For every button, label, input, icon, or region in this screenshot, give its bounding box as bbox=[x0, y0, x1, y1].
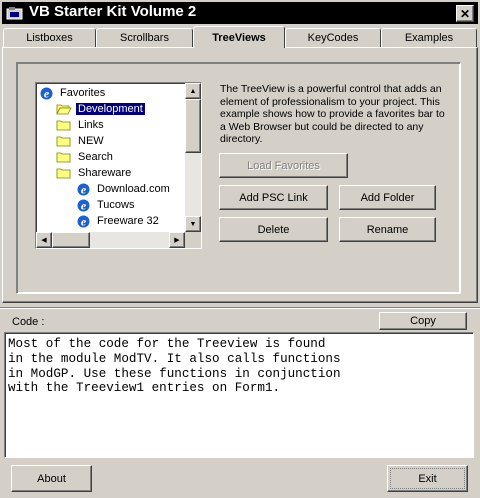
svg-text:e: e bbox=[81, 198, 87, 212]
tab-label: Examples bbox=[404, 32, 454, 44]
code-textbox[interactable]: Most of the code for the Treeview is fou… bbox=[4, 332, 474, 458]
close-button[interactable]: ✕ bbox=[456, 5, 474, 22]
scroll-up-button[interactable]: ▲ bbox=[185, 83, 201, 99]
ie-icon: e bbox=[77, 214, 90, 228]
button-label: Copy bbox=[410, 315, 436, 327]
tree-item-label: Tucows bbox=[97, 199, 135, 211]
arrow-right-icon: ▶ bbox=[174, 237, 180, 244]
ie-icon: e bbox=[77, 198, 90, 212]
folder-icon bbox=[56, 120, 71, 131]
window-title: VB Starter Kit Volume 2 bbox=[29, 3, 197, 20]
folder-open-icon bbox=[56, 104, 72, 115]
svg-text:e: e bbox=[44, 86, 50, 100]
tree-item-shareware[interactable]: Shareware bbox=[56, 165, 133, 181]
tab-keycodes[interactable]: KeyCodes bbox=[285, 28, 381, 47]
tree-item-search[interactable]: Search bbox=[56, 149, 115, 165]
tab-label: TreeViews bbox=[212, 31, 266, 44]
tree-item-development[interactable]: Development bbox=[56, 101, 146, 117]
scroll-right-button[interactable]: ▶ bbox=[169, 232, 185, 248]
folder-icon bbox=[56, 136, 71, 147]
svg-text:e: e bbox=[81, 214, 87, 228]
button-label: Load Favorites bbox=[247, 159, 320, 172]
tree-item-download[interactable]: e Download.com bbox=[76, 181, 172, 197]
tree-item-label: Download.com bbox=[97, 183, 170, 195]
tree-vertical-scrollbar[interactable]: ▲ ▼ bbox=[185, 83, 201, 232]
tree-item-links[interactable]: Links bbox=[56, 117, 106, 133]
tree-item-label: Search bbox=[78, 151, 113, 163]
tab-listboxes[interactable]: Listboxes bbox=[3, 28, 96, 47]
separator bbox=[0, 307, 480, 309]
tree-item-label: Favorites bbox=[60, 87, 106, 99]
horizontal-scroll-thumb[interactable] bbox=[52, 232, 90, 248]
tree-horizontal-scrollbar[interactable]: ◀ ▶ bbox=[36, 232, 185, 248]
ie-icon: e bbox=[77, 182, 90, 196]
tree-item-label: Shareware bbox=[78, 167, 132, 179]
button-label: Rename bbox=[366, 223, 409, 236]
button-label: Exit bbox=[418, 472, 437, 485]
treeview[interactable]: e Favorites Development Links NEW Search… bbox=[35, 82, 202, 249]
add-psc-link-button[interactable]: Add PSC Link bbox=[219, 185, 328, 210]
load-favorites-button[interactable]: Load Favorites bbox=[219, 153, 348, 178]
scroll-left-button[interactable]: ◀ bbox=[36, 232, 52, 248]
rename-button[interactable]: Rename bbox=[339, 217, 436, 242]
tree-item-tucows[interactable]: e Tucows bbox=[76, 197, 137, 213]
tree-item-label: NEW bbox=[78, 135, 104, 147]
close-icon: ✕ bbox=[459, 6, 471, 21]
button-label: About bbox=[37, 472, 66, 485]
add-folder-button[interactable]: Add Folder bbox=[339, 185, 436, 210]
delete-button[interactable]: Delete bbox=[219, 217, 328, 242]
copy-button[interactable]: Copy bbox=[379, 312, 467, 330]
arrow-down-icon: ▼ bbox=[189, 220, 197, 228]
tree-item-label: Links bbox=[78, 119, 104, 131]
tree-item-freeware[interactable]: e Freeware 32 bbox=[76, 213, 161, 229]
tab-treeviews[interactable]: TreeViews bbox=[193, 26, 285, 48]
ie-icon: e bbox=[40, 86, 53, 100]
tree-item-new[interactable]: NEW bbox=[56, 133, 106, 149]
tab-scrollbars[interactable]: Scrollbars bbox=[96, 28, 193, 47]
tab-label: Scrollbars bbox=[120, 32, 169, 44]
app-icon bbox=[6, 7, 23, 20]
scrollbar-corner bbox=[185, 232, 201, 248]
tree-item-label: Development bbox=[75, 102, 146, 116]
button-label: Add Folder bbox=[360, 191, 415, 204]
folder-icon bbox=[56, 168, 71, 179]
arrow-up-icon: ▲ bbox=[189, 87, 197, 95]
about-button[interactable]: About bbox=[11, 465, 92, 492]
tab-examples[interactable]: Examples bbox=[381, 28, 477, 47]
button-label: Delete bbox=[257, 223, 290, 236]
tree-item-label: Freeware 32 bbox=[97, 215, 159, 227]
exit-button[interactable]: Exit bbox=[387, 465, 468, 492]
tree-item-favorites[interactable]: e Favorites bbox=[39, 85, 107, 101]
svg-text:e: e bbox=[81, 182, 87, 196]
scroll-down-button[interactable]: ▼ bbox=[185, 216, 201, 232]
title-bar: VB Starter Kit Volume 2 ✕ bbox=[0, 0, 480, 26]
vertical-scroll-thumb[interactable] bbox=[185, 99, 201, 153]
tab-label: KeyCodes bbox=[307, 32, 359, 44]
treeview-description: The TreeView is a powerful control that … bbox=[220, 83, 445, 145]
tab-label: Listboxes bbox=[26, 32, 73, 44]
folder-icon bbox=[56, 152, 71, 163]
button-label: Add PSC Link bbox=[239, 191, 308, 204]
arrow-left-icon: ◀ bbox=[41, 237, 47, 244]
code-label: Code : bbox=[12, 316, 45, 328]
